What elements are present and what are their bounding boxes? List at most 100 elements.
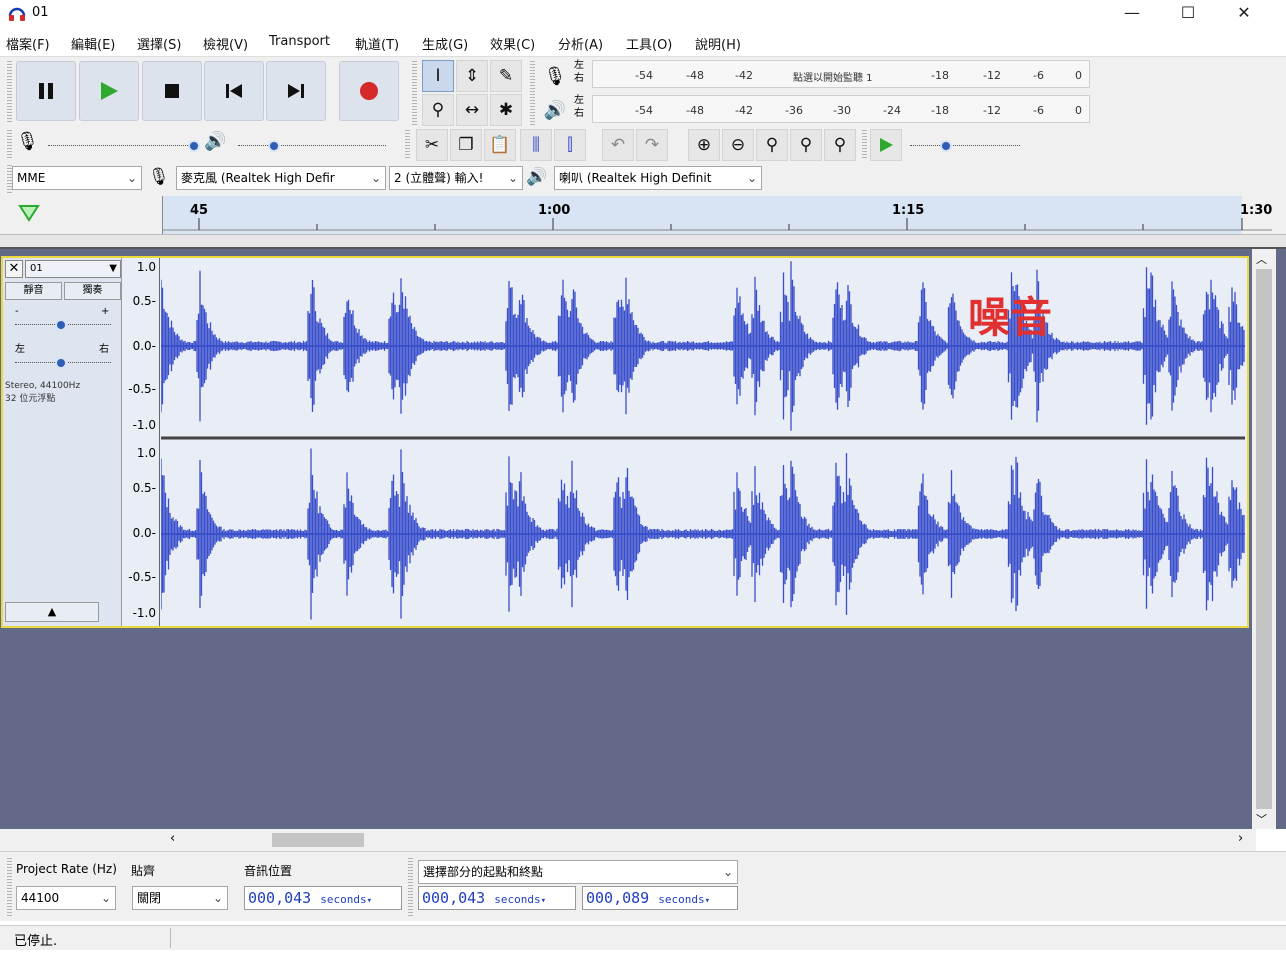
envelope-tool[interactable]: ⇕ — [456, 60, 488, 92]
minimize-button[interactable]: — — [1104, 0, 1160, 28]
pause-button[interactable] — [16, 61, 76, 121]
snap-dropdown[interactable]: 關閉 ⌄ — [132, 886, 228, 910]
selection-mode-grip[interactable] — [408, 858, 413, 916]
pencil-icon: ✎ — [498, 66, 514, 86]
vertical-scrollbar[interactable]: ︿ ﹀ — [1252, 249, 1276, 829]
track-name-menu[interactable]: 01 ▼ — [25, 260, 121, 278]
meter-tick: -42 — [735, 104, 753, 117]
scroll-down-icon[interactable]: ﹀ — [1256, 811, 1267, 827]
selection-grip[interactable] — [7, 858, 12, 916]
input-volume-slider[interactable] — [48, 139, 200, 153]
track-collapse-button[interactable]: ▲ — [5, 602, 99, 622]
record-button[interactable] — [339, 61, 399, 121]
mute-button[interactable]: 靜音 — [5, 282, 62, 300]
play-meter-speaker-icon[interactable]: 🔊 — [540, 95, 570, 125]
vertical-scale[interactable]: 1.0 0.5- 0.0- -0.5- -1.0 1.0 0.5- 0.0- -… — [122, 258, 160, 626]
record-meter-mic-icon[interactable]: 🎙 — [540, 61, 570, 91]
meter-tick: 0 — [1075, 104, 1082, 117]
stop-button[interactable] — [142, 61, 202, 121]
selection-start-time[interactable]: 000,043 seconds▾ — [418, 886, 576, 910]
input-channels-dropdown[interactable]: 2 (立體聲) 輸入! ⌄ — [389, 166, 523, 190]
horizontal-scroll-thumb[interactable] — [272, 833, 364, 847]
track-pan-slider[interactable] — [15, 356, 111, 370]
zoom-out-icon: ⊖ — [730, 135, 746, 155]
magnifier-icon: ⚲ — [431, 100, 445, 120]
meter-tick: -12 — [983, 69, 1001, 82]
play-speed-slider[interactable] — [910, 139, 1020, 153]
zoom-toggle-button[interactable]: ⚲ — [824, 129, 856, 161]
audio-position-time[interactable]: 000,043 seconds▾ — [244, 886, 402, 910]
solo-button[interactable]: 獨奏 — [64, 282, 121, 300]
menu-effect[interactable]: 效果(C) — [490, 34, 535, 53]
redo-button[interactable]: ↷ — [636, 129, 668, 161]
cut-button[interactable]: ✂ — [416, 129, 448, 161]
maximize-button[interactable]: ☐ — [1160, 0, 1216, 28]
close-button[interactable]: ✕ — [1216, 0, 1272, 28]
timeline-ruler[interactable]: 45 1:00 1:15 1:30 — [0, 196, 1286, 234]
track-close-button[interactable]: ✕ — [5, 260, 23, 278]
ruler-label: 45 — [190, 203, 209, 218]
menu-generate[interactable]: 生成(G) — [422, 34, 468, 53]
record-meter[interactable]: -54 -48 -42 點選以開始監聽 1 -18 -12 -6 0 — [592, 60, 1090, 88]
project-rate-dropdown[interactable]: 44100 ⌄ — [16, 886, 116, 910]
selection-tool[interactable]: I — [422, 60, 454, 92]
scroll-up-icon[interactable]: ︿ — [1256, 251, 1267, 267]
input-device-dropdown[interactable]: 麥克風 (Realtek High Defir ⌄ — [176, 166, 386, 190]
mixer-grip[interactable] — [7, 130, 12, 158]
menu-view[interactable]: 檢視(V) — [203, 34, 248, 53]
trim-button[interactable]: ⫼ — [520, 129, 552, 161]
skip-start-button[interactable] — [204, 61, 264, 121]
selection-mode-dropdown[interactable]: 選擇部分的起點和終點 ⌄ — [418, 860, 738, 884]
timeshift-tool[interactable]: ↔ — [456, 94, 488, 126]
zoom-in-button[interactable]: ⊕ — [688, 129, 720, 161]
play-head-triangle-icon[interactable] — [18, 204, 40, 222]
chevron-down-icon: ⌄ — [722, 865, 733, 879]
meter-grip[interactable] — [530, 61, 535, 125]
track-gain-slider[interactable] — [15, 318, 111, 332]
skip-end-button[interactable] — [266, 61, 326, 121]
draw-tool[interactable]: ✎ — [490, 60, 522, 92]
fit-project-icon: ⚲ — [799, 135, 813, 155]
menu-select[interactable]: 選擇(S) — [137, 34, 181, 53]
selection-end-time[interactable]: 000,089 seconds▾ — [582, 886, 738, 910]
fit-selection-button[interactable]: ⚲ — [756, 129, 788, 161]
play-meter[interactable]: -54 -48 -42 -36 -30 -24 -18 -12 -6 0 — [592, 95, 1090, 123]
zoom-tool[interactable]: ⚲ — [422, 94, 454, 126]
collapse-arrow-icon: ▲ — [47, 605, 57, 618]
horizontal-scrollbar[interactable]: ‹ › — [0, 829, 1256, 851]
track-control-panel[interactable]: ✕ 01 ▼ 靜音 獨奏 - + 左 右 Stereo, 44100Hz 32 位… — [3, 258, 122, 626]
skip-end-icon — [288, 84, 304, 98]
edit-grip[interactable] — [405, 130, 410, 158]
menu-help[interactable]: 說明(H) — [695, 34, 741, 53]
zoom-out-button[interactable]: ⊖ — [722, 129, 754, 161]
menu-analyze[interactable]: 分析(A) — [558, 34, 603, 53]
menu-tools[interactable]: 工具(O) — [626, 34, 672, 53]
undo-button[interactable]: ↶ — [602, 129, 634, 161]
toolbar-grip[interactable] — [7, 61, 12, 123]
play-button[interactable] — [79, 61, 139, 121]
output-volume-slider[interactable] — [238, 139, 386, 153]
menu-edit[interactable]: 編輯(E) — [71, 34, 115, 53]
scissors-icon: ✂ — [424, 135, 440, 155]
fit-project-button[interactable]: ⚲ — [790, 129, 822, 161]
output-device-dropdown[interactable]: 喇叭 (Realtek High Definit ⌄ — [554, 166, 762, 190]
copy-button[interactable]: ❐ — [450, 129, 482, 161]
silence-button[interactable]: ⫿ — [554, 129, 586, 161]
multi-tool[interactable]: ✱ — [490, 94, 522, 126]
menu-tracks[interactable]: 軌道(T) — [355, 34, 399, 53]
output-device-speaker-icon: 🔊 — [526, 167, 548, 187]
audio-host-dropdown[interactable]: MME ⌄ — [12, 166, 142, 190]
play-at-speed-button[interactable] — [870, 129, 902, 161]
scroll-left-icon[interactable]: ‹ — [170, 831, 175, 846]
playspeed-grip[interactable] — [862, 130, 867, 158]
menu-file[interactable]: 檔案(F) — [6, 34, 50, 53]
scale-label: -0.5- — [128, 570, 156, 584]
menu-transport[interactable]: Transport — [269, 34, 330, 49]
scroll-right-icon[interactable]: › — [1238, 831, 1243, 846]
vertical-scroll-thumb[interactable] — [1256, 269, 1272, 809]
tools-grip[interactable] — [412, 61, 417, 125]
paste-button[interactable]: 📋 — [484, 129, 516, 161]
envelope-icon: ⇕ — [464, 66, 480, 86]
redo-icon: ↷ — [644, 135, 660, 155]
waveform-canvas[interactable] — [161, 258, 1245, 626]
